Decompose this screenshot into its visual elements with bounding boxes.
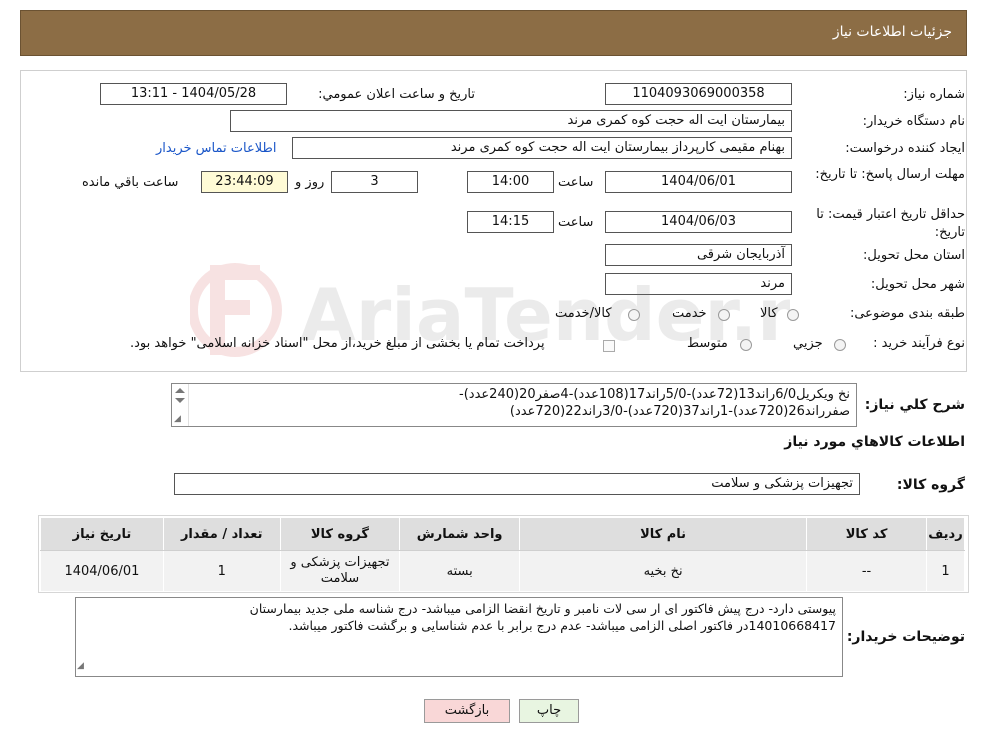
goods-group-field: تجهیزات پزشکی و سلامت [174, 473, 860, 495]
category-option-goods-label: کالا [760, 306, 778, 321]
process-radio-minor[interactable] [834, 339, 846, 351]
buyer-notes-label: توضيحات خريدار: [846, 629, 965, 645]
cell-goods-code: -- [806, 550, 927, 592]
cell-row-number: 1 [925, 550, 966, 592]
price-validity-label: حداقل تاريخ اعتبار قيمت: تا تاريخ: [816, 207, 965, 240]
contact-info-link[interactable]: اطلاعات تماس خريدار [156, 141, 276, 156]
page-header: جزئیات اطلاعات نیاز [20, 10, 967, 56]
items-table: رديف كد كالا نام كالا واحد شمارش گروه كا… [40, 517, 966, 592]
remaining-time-field: 23:44:09 [201, 171, 288, 193]
process-radio-medium[interactable] [740, 339, 752, 351]
remaining-time-label: ساعت باقي مانده [82, 175, 179, 190]
cell-quantity: 1 [162, 550, 281, 592]
scroll-up-icon[interactable] [175, 388, 185, 393]
col-need-date: تاريخ نياز [40, 517, 164, 551]
col-quantity: تعداد / مقدار [162, 517, 281, 551]
days-field: 3 [331, 171, 418, 193]
reply-time-label: ساعت [558, 175, 594, 190]
reply-time-field: 14:00 [467, 171, 554, 193]
summary-label: شرح كلي نياز: [864, 397, 965, 413]
announce-datetime-field: 1404/05/28 - 13:11 [100, 83, 287, 105]
category-option-goods-service-label: کالا/خدمت [555, 306, 612, 321]
back-button[interactable]: بازگشت [424, 699, 510, 723]
page-title: جزئیات اطلاعات نیاز [832, 24, 952, 40]
cell-goods-name: نخ بخیه [519, 550, 808, 592]
buyer-org-field: بیمارستان ایت اله حجت کوه کمری مرند [230, 110, 792, 132]
validity-date-field: 1404/06/03 [605, 211, 792, 233]
validity-time-label: ساعت [558, 215, 594, 230]
reply-date-field: 1404/06/01 [605, 171, 792, 193]
category-radio-goods-service[interactable] [628, 309, 640, 321]
col-goods-group: گروه كالا [279, 517, 401, 551]
category-radio-goods[interactable] [787, 309, 799, 321]
buyer-org-label: نام دستگاه خريدار: [862, 114, 965, 129]
buyer-notes-textarea[interactable]: پیوستی دارد- درج پیش فاکتور ای ار سی لات… [75, 597, 843, 677]
buyer-notes-line-1: پیوستی دارد- درج پیش فاکتور ای ار سی لات… [249, 601, 836, 616]
process-option-medium-label: متوسط [687, 336, 728, 351]
city-label: شهر محل تحويل: [870, 277, 965, 292]
col-goods-code: كد كالا [806, 517, 927, 551]
col-row-number: رديف [925, 517, 966, 551]
goods-section-title: اطلاعات كالاهاي مورد نياز [784, 434, 965, 450]
summary-scrollbar[interactable]: ◢ [172, 384, 189, 426]
treasury-checkbox[interactable] [603, 340, 615, 352]
province-label: استان محل تحويل: [863, 248, 965, 263]
table-row: 1 -- نخ بخیه بسته تجهیزات پزشکی و سلامت … [40, 550, 966, 592]
summary-line-1: نخ ویکریل6/0راند13(72عدد)-5/0راند17(108ع… [459, 387, 850, 402]
summary-line-2: صفرراند26(720عدد)-1راند37(720عدد)-3/0ران… [509, 404, 850, 419]
category-radio-service[interactable] [718, 309, 730, 321]
goods-group-label: گروه كالا: [896, 477, 965, 493]
days-label: روز و [295, 175, 325, 190]
buyer-notes-line-2: 14010668417در فاکتور اصلی الزامی میباشد-… [288, 618, 836, 633]
scroll-down-icon[interactable] [175, 398, 185, 403]
treasury-payment-note: پرداخت تمام يا بخشی از مبلغ خريد،از محل … [130, 336, 545, 351]
need-number-field: 1104093069000358 [605, 83, 792, 105]
creator-field: بهنام مقیمی کارپرداز بیمارستان ایت اله ح… [292, 137, 792, 159]
cell-need-date: 1404/06/01 [40, 550, 164, 592]
notes-resize-grip-icon[interactable]: ◢ [77, 661, 84, 671]
reply-deadline-label: مهلت ارسال پاسخ: تا تاريخ: [815, 167, 965, 182]
resize-grip-icon[interactable]: ◢ [174, 414, 181, 424]
creator-label: ايجاد کننده درخواست: [845, 141, 965, 156]
cell-unit: بسته [399, 550, 521, 592]
need-number-label: شماره نیاز: [903, 87, 965, 102]
cell-goods-group: تجهیزات پزشکی و سلامت [279, 550, 401, 592]
print-button[interactable]: چاپ [519, 699, 579, 723]
validity-time-field: 14:15 [467, 211, 554, 233]
announce-datetime-label: تاريخ و ساعت اعلان عمومي: [318, 87, 475, 102]
table-header-row: رديف كد كالا نام كالا واحد شمارش گروه كا… [40, 517, 966, 551]
process-type-label: نوع فرآيند خريد : [873, 336, 965, 351]
category-option-service-label: خدمت [672, 306, 707, 321]
col-unit: واحد شمارش [399, 517, 521, 551]
category-label: طبقه بندی موضوعی: [849, 306, 965, 321]
col-goods-name: نام كالا [519, 517, 808, 551]
summary-textarea[interactable]: نخ ویکریل6/0راند13(72عدد)-5/0راند17(108ع… [171, 383, 857, 427]
process-option-minor-label: جزيي [793, 336, 823, 351]
